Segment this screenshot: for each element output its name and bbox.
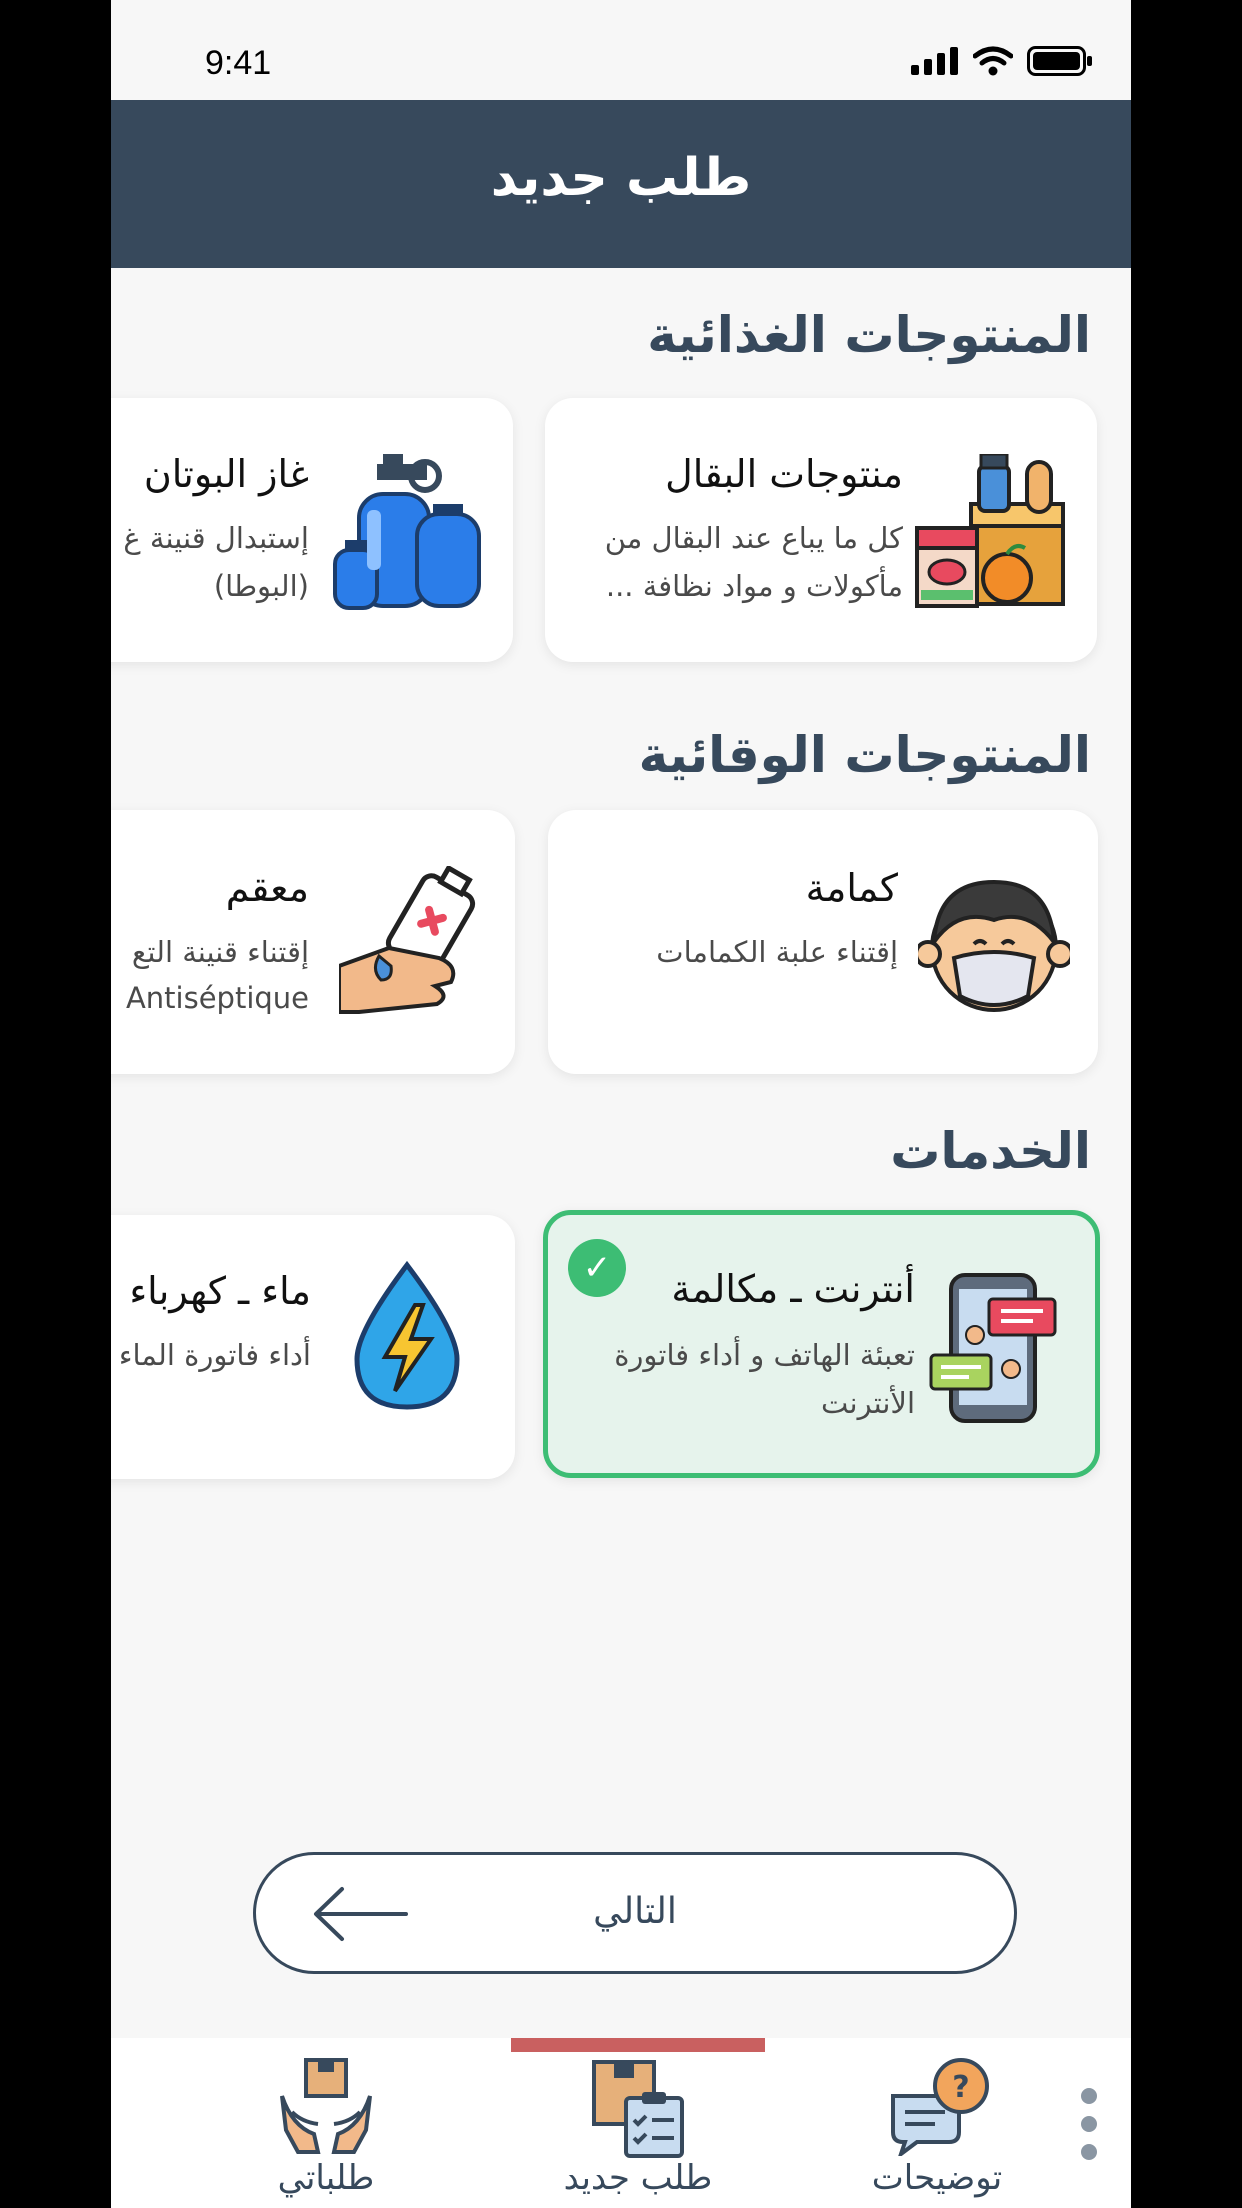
card-title: كمامة (805, 866, 898, 910)
nav-item-help[interactable]: ? توضيحات (837, 2056, 1037, 2206)
new-order-icon (592, 2060, 684, 2158)
card-desc-line1: إقتناء علبة الكمامات (656, 935, 898, 969)
water-electricity-icon (354, 1261, 460, 1410)
card-desc-line2: (البوطا) (213, 569, 309, 603)
next-button[interactable]: التالي (253, 1852, 1017, 1974)
card-desc-line1: كل ما يباع عند البقال من (604, 521, 903, 555)
card-sanitizer[interactable]: معقم إقتناء قنينة التع Antiséptique (111, 810, 515, 1074)
more-options-icon[interactable] (1081, 2088, 1101, 2172)
selected-check-icon: ✓ (568, 1239, 626, 1297)
card-title: منتوجات البقال (665, 452, 903, 496)
app-header: طلب جديد (111, 100, 1131, 268)
face-mask-icon (918, 879, 1070, 1012)
card-internet-call[interactable]: ✓ أنترنت ـ مكالمة تعبئة الهاتف و أداء فا… (543, 1210, 1100, 1478)
sanitizer-icon (339, 866, 476, 1014)
nav-label: توضيحات (871, 2158, 1003, 2198)
status-time: 9:41 (205, 44, 272, 82)
card-face-mask[interactable]: كمامة إقتناء علبة الكمامات (548, 810, 1098, 1074)
card-butane-gas[interactable]: غاز البوتان إستبدال قنينة غ (البوطا) (111, 398, 513, 662)
battery-icon (1027, 46, 1092, 76)
app-screen: 9:41 طلب جديد المنتوجات الغذائية منتوجات… (111, 0, 1131, 2208)
card-desc-line1: أداء فاتورة الماء (118, 1338, 311, 1372)
card-desc-line2: الأنترنت (821, 1386, 915, 1420)
my-orders-icon (280, 2058, 372, 2154)
card-desc-line1: إستبدال قنينة غ (123, 521, 309, 555)
card-title: معقم (225, 866, 309, 910)
card-desc-line2: مأكولات و مواد نظافة ... (605, 569, 903, 603)
nav-label: طلب جديد (563, 2158, 713, 2198)
nav-item-new-order[interactable]: طلب جديد (538, 2056, 738, 2206)
section-title-food: المنتوجات الغذائية (647, 306, 1091, 364)
card-title: أنترنت ـ مكالمة (671, 1267, 915, 1311)
card-title: غاز البوتان (143, 452, 309, 496)
active-tab-indicator (511, 2038, 765, 2052)
nav-label: طلباتي (277, 2158, 375, 2198)
page-title: طلب جديد (490, 148, 752, 208)
card-grocery[interactable]: منتوجات البقال كل ما يباع عند البقال من … (545, 398, 1097, 662)
section-title-services: الخدمات (890, 1122, 1091, 1180)
grocery-icon (915, 454, 1065, 608)
card-desc-line1: إقتناء قنينة التع (131, 935, 309, 969)
card-desc-line1: تعبئة الهاتف و أداء فاتورة (614, 1338, 915, 1372)
wifi-icon (973, 46, 1013, 76)
next-button-label: التالي (593, 1891, 677, 1932)
signal-icon (911, 47, 958, 75)
card-title: ماء ـ كهرباء (129, 1269, 311, 1313)
card-water-electricity[interactable]: ماء ـ كهرباء أداء فاتورة الماء (111, 1215, 515, 1479)
bottom-nav: ? توضيحات طلب جديد طلباتي (111, 2038, 1131, 2208)
phone-chat-icon (929, 1273, 1057, 1423)
gas-cylinder-icon (333, 454, 481, 610)
status-icons (911, 46, 1093, 76)
nav-item-my-orders[interactable]: طلباتي (226, 2056, 426, 2206)
card-desc-line2: Antiséptique (125, 981, 309, 1015)
svg-text:?: ? (952, 2070, 969, 2105)
section-title-preventive: المنتوجات الوقائية (638, 726, 1091, 784)
help-chat-icon: ? (891, 2058, 989, 2156)
